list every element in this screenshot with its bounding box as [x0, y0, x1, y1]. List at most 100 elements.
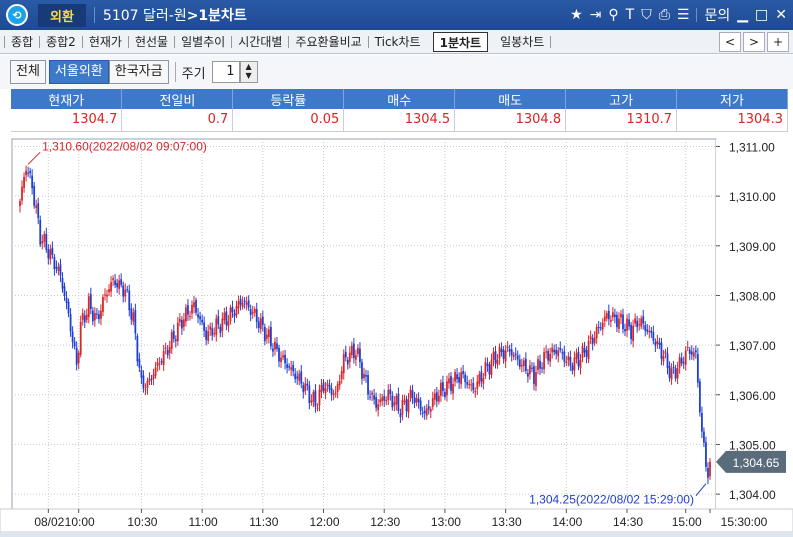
- candle-body: [156, 362, 159, 366]
- candle-body: [646, 329, 649, 332]
- candle-body: [162, 351, 165, 365]
- candle-body: [450, 376, 452, 391]
- candle-body: [644, 325, 647, 331]
- tab-1min-chart[interactable]: 1분차트: [432, 31, 489, 52]
- candle-body: [480, 371, 483, 382]
- candle-body: [446, 381, 448, 396]
- candle-body: [292, 365, 295, 372]
- tab-daily-chart[interactable]: 일봉차트: [494, 32, 550, 52]
- candle-body: [77, 352, 80, 364]
- candle-body: [383, 396, 386, 401]
- minimize-icon[interactable]: ▁: [737, 7, 748, 23]
- tab-rate-compare[interactable]: 주요환율비교: [289, 32, 367, 52]
- price-chart[interactable]: 1,311.00 1,310.00 1,309.00 1,308.00 1,307.00…: [0, 135, 793, 532]
- chart-scrollbar[interactable]: [0, 532, 793, 537]
- tab-summary[interactable]: 종합: [5, 32, 39, 52]
- tab-summary2[interactable]: 종합2: [40, 32, 82, 52]
- candle-body: [407, 399, 410, 413]
- shield-icon[interactable]: ⛉: [641, 7, 652, 23]
- period-input[interactable]: 1: [211, 61, 240, 83]
- section-badge[interactable]: 외환: [38, 3, 86, 27]
- candle-body: [425, 408, 428, 416]
- candle-body: [282, 355, 284, 358]
- candle-body: [209, 326, 212, 330]
- print-icon[interactable]: ⎙: [659, 7, 670, 23]
- candle-body: [302, 385, 305, 393]
- tab-spot-futures[interactable]: 현선물: [129, 32, 174, 52]
- tab-by-time[interactable]: 시간대별: [232, 32, 288, 52]
- candle-body: [187, 305, 189, 315]
- star-icon[interactable]: ★: [570, 7, 583, 23]
- candle-body: [338, 380, 341, 386]
- candle-body: [61, 277, 64, 289]
- candle-body: [456, 374, 458, 380]
- candle-body: [664, 351, 667, 354]
- candle-body: [603, 316, 606, 322]
- candle-body: [213, 332, 216, 334]
- candle-body: [249, 309, 252, 315]
- candle-body: [658, 342, 661, 345]
- period-stepper[interactable]: ▲ ▼: [239, 61, 258, 83]
- candle-body: [379, 399, 382, 403]
- candle-body: [251, 312, 254, 314]
- candle-body: [389, 389, 392, 395]
- tab-scroll-left-icon[interactable]: <: [719, 31, 741, 52]
- list-icon[interactable]: ☰: [677, 7, 690, 23]
- candle-body: [320, 384, 323, 393]
- tab-current-price[interactable]: 현재가: [83, 32, 128, 52]
- candle-body: [448, 378, 450, 384]
- maximize-icon[interactable]: □: [755, 7, 768, 23]
- market-seoul-button[interactable]: 서울외환: [48, 60, 109, 84]
- candle-body: [144, 389, 147, 391]
- text-icon[interactable]: T: [626, 7, 635, 23]
- candle-body: [429, 408, 432, 412]
- candle-body: [545, 351, 547, 353]
- tab-tick-chart[interactable]: Tick차트: [369, 32, 427, 52]
- header-change: 전일비: [121, 89, 234, 109]
- market-all-button[interactable]: 전체: [10, 60, 46, 84]
- candle-body: [624, 329, 626, 332]
- stepper-down-icon[interactable]: ▼: [245, 71, 251, 80]
- candle-body: [73, 341, 76, 347]
- candle-body: [265, 334, 268, 339]
- candle-body: [599, 327, 602, 329]
- candle-body: [340, 371, 343, 380]
- candle-body: [354, 355, 357, 360]
- candle-body: [336, 384, 339, 392]
- close-icon[interactable]: ✕: [775, 7, 787, 23]
- add-tab-icon[interactable]: +: [767, 31, 789, 52]
- candle-body: [375, 397, 378, 408]
- candle-body: [306, 383, 309, 386]
- candle-body: [148, 378, 151, 382]
- candle-body: [620, 313, 622, 318]
- candle-body: [235, 306, 238, 316]
- candle-body: [518, 359, 521, 367]
- export-icon[interactable]: ⇥: [590, 7, 602, 23]
- candle-body: [371, 392, 373, 395]
- candle-body: [431, 398, 434, 407]
- candle-body: [55, 266, 58, 269]
- candle-body: [158, 363, 161, 365]
- stepper-up-icon[interactable]: ▲: [245, 62, 251, 71]
- candle-body: [257, 321, 260, 329]
- candle-body: [217, 316, 220, 325]
- help-button[interactable]: 문의: [704, 5, 730, 25]
- candle-body: [437, 395, 440, 402]
- candle-body: [211, 328, 214, 336]
- candle-body: [636, 320, 639, 328]
- candle-body: [494, 351, 497, 364]
- candle-body: [411, 390, 414, 398]
- candle-body: [587, 340, 590, 360]
- tab-daily-trend[interactable]: 일별추이: [175, 32, 231, 52]
- candle-body: [231, 307, 234, 313]
- market-korea-money-button[interactable]: 한국자금: [108, 60, 169, 84]
- candle-body: [322, 382, 325, 391]
- candle-body: [318, 389, 321, 406]
- tab-scroll-right-icon[interactable]: >: [743, 31, 765, 52]
- value-low: 1304.3: [676, 109, 788, 132]
- candle-body: [207, 331, 210, 341]
- link-icon[interactable]: ⚲: [608, 7, 618, 23]
- candle-body: [326, 383, 329, 387]
- candle-body: [63, 286, 66, 296]
- candle-body: [417, 398, 420, 403]
